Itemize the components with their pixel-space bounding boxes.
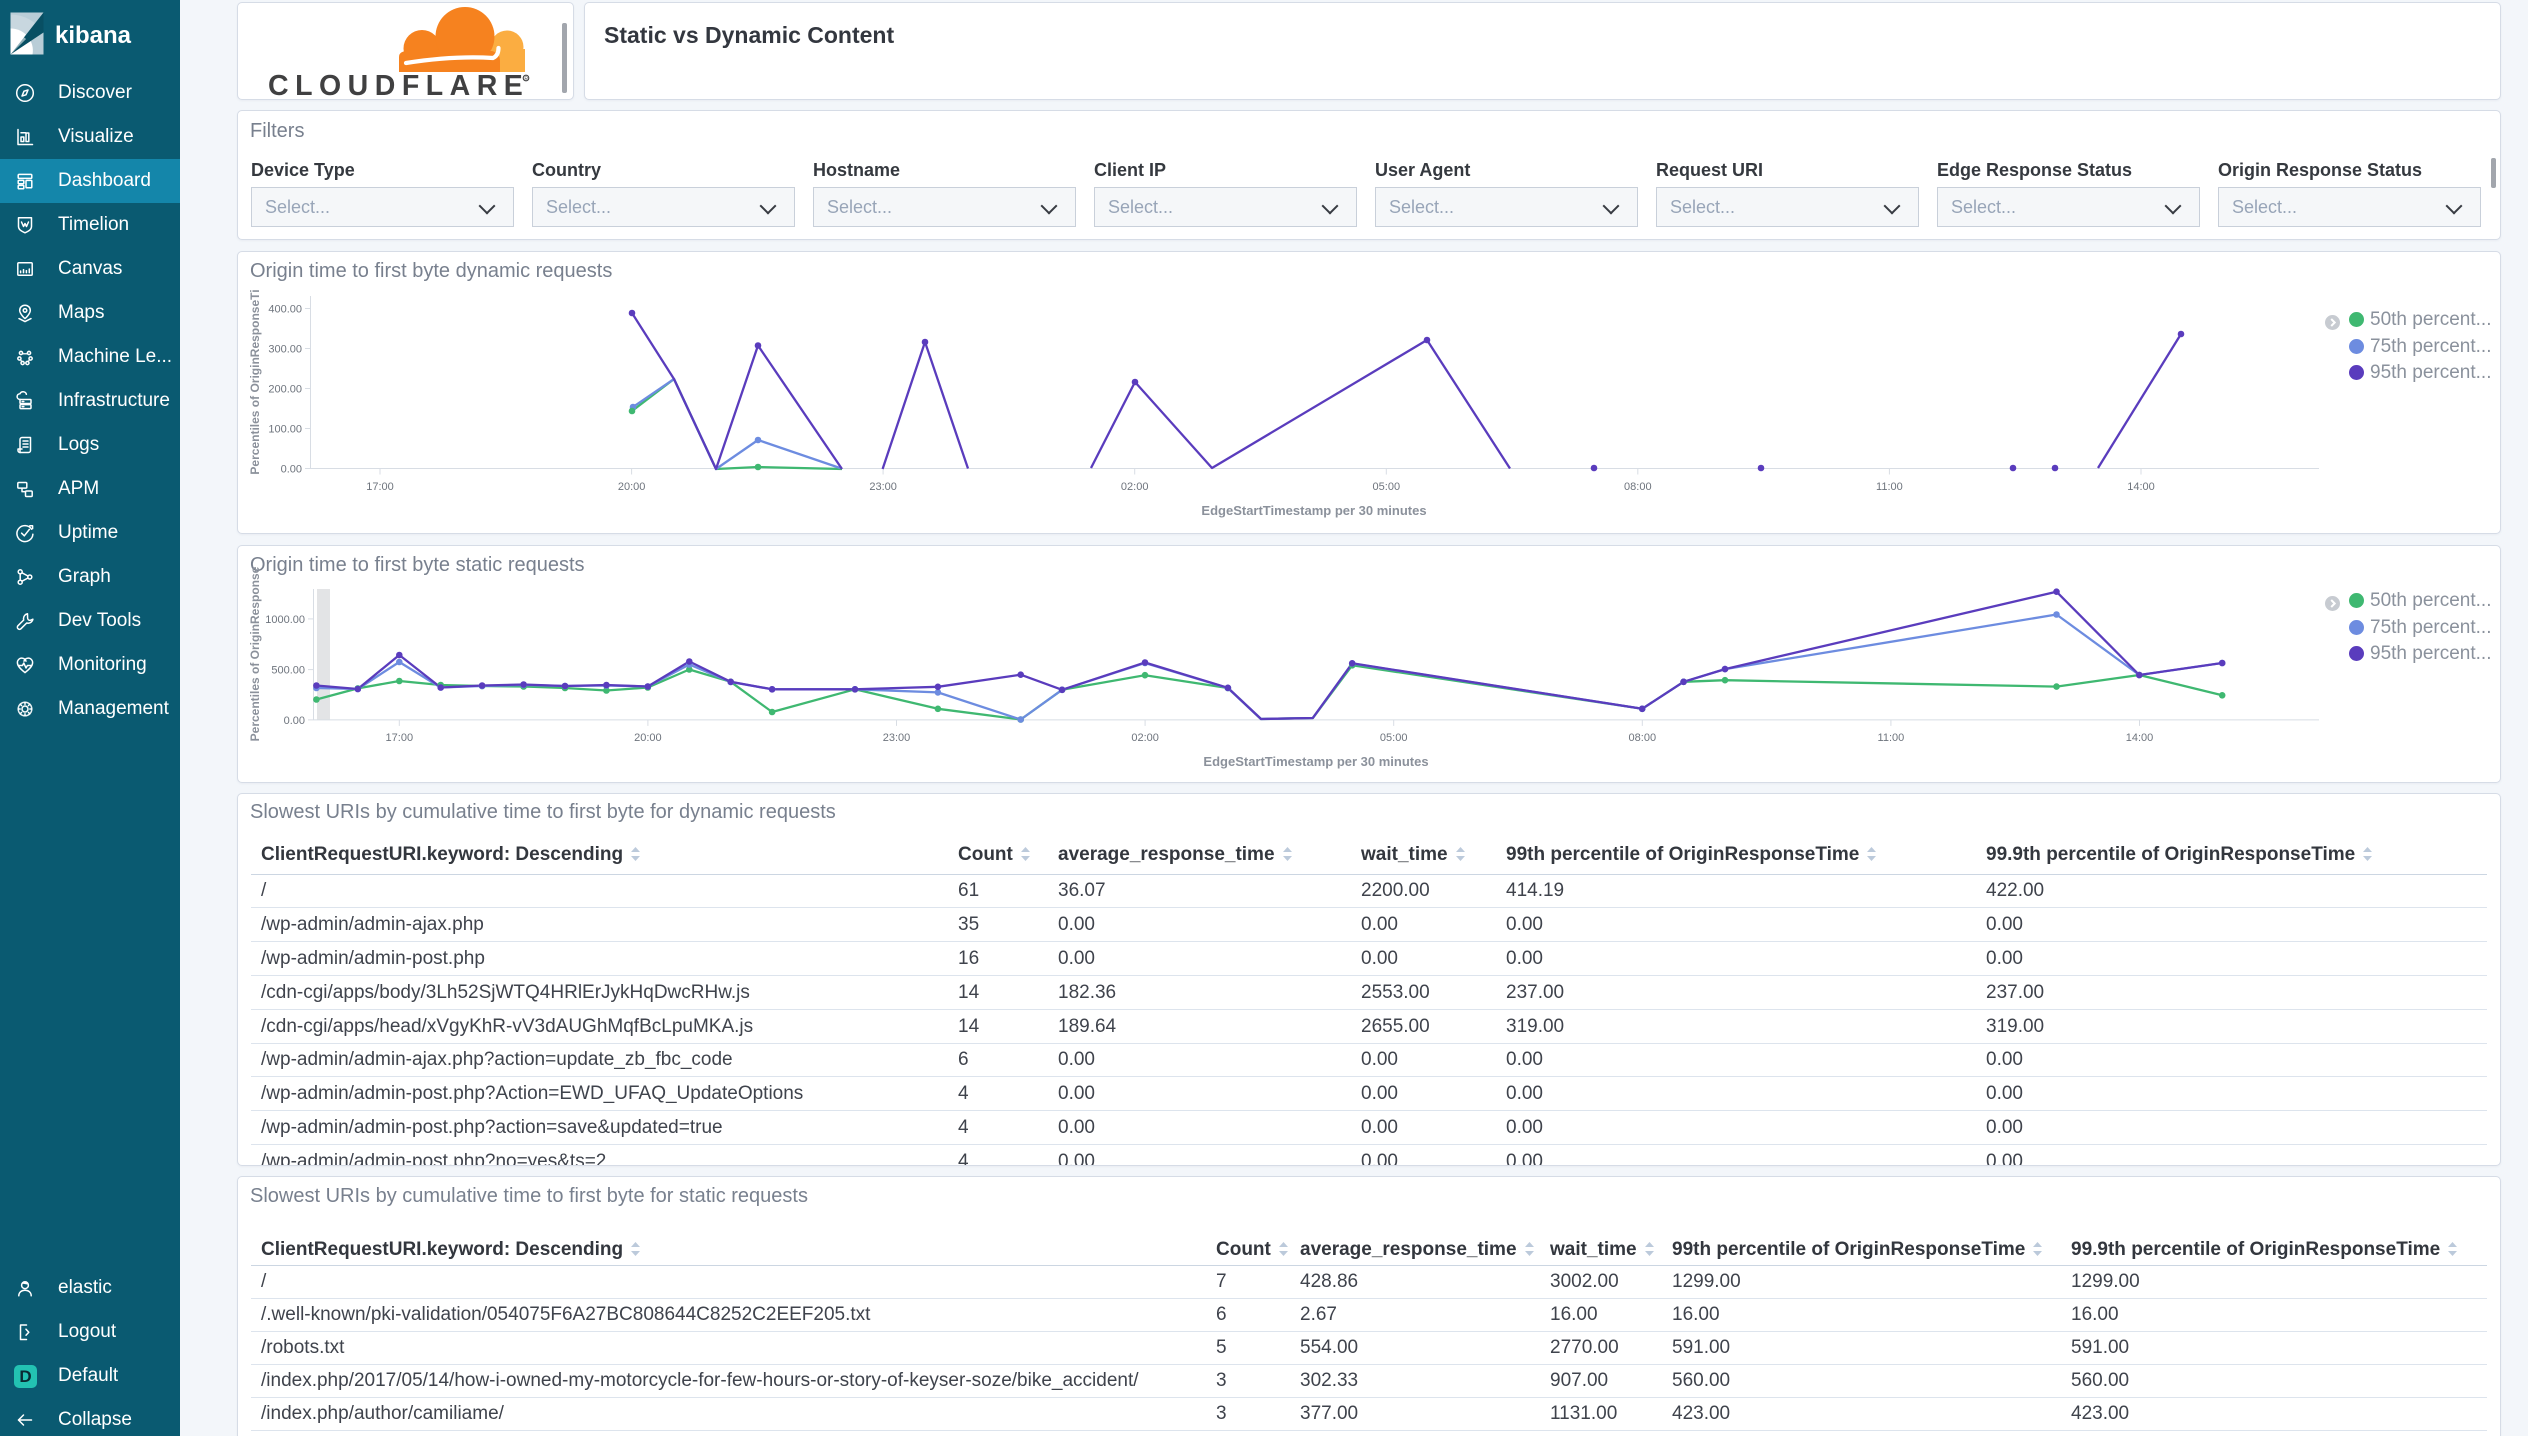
svg-text:R: R xyxy=(524,76,528,82)
svg-text:23:00: 23:00 xyxy=(869,481,897,493)
svg-text:400.00: 400.00 xyxy=(268,304,302,316)
svg-text:11:00: 11:00 xyxy=(1876,481,1903,493)
svg-text:300.00: 300.00 xyxy=(268,344,302,356)
svg-text:02:00: 02:00 xyxy=(1121,481,1149,493)
svg-text:05:00: 05:00 xyxy=(1380,732,1408,744)
svg-text:14:00: 14:00 xyxy=(2127,481,2155,493)
svg-text:0.00: 0.00 xyxy=(281,464,302,476)
svg-text:20:00: 20:00 xyxy=(634,732,662,744)
svg-text:500.00: 500.00 xyxy=(271,665,305,677)
svg-text:CLOUDFLARE: CLOUDFLARE xyxy=(268,70,529,100)
svg-text:23:00: 23:00 xyxy=(883,732,911,744)
svg-text:Percentiles of OriginResponse: Percentiles of OriginResponse xyxy=(248,566,262,741)
svg-text:200.00: 200.00 xyxy=(268,384,302,396)
svg-text:17:00: 17:00 xyxy=(366,481,394,493)
svg-text:14:00: 14:00 xyxy=(2126,732,2154,744)
svg-text:02:00: 02:00 xyxy=(1131,732,1159,744)
svg-text:08:00: 08:00 xyxy=(1629,732,1657,744)
svg-text:08:00: 08:00 xyxy=(1624,481,1652,493)
svg-text:05:00: 05:00 xyxy=(1373,481,1401,493)
svg-text:EdgeStartTimestamp per 30 minu: EdgeStartTimestamp per 30 minutes xyxy=(1201,503,1426,518)
svg-text:11:00: 11:00 xyxy=(1878,732,1905,744)
svg-text:Percentiles of OriginResponseT: Percentiles of OriginResponseTi xyxy=(248,289,262,474)
svg-text:0.00: 0.00 xyxy=(284,715,305,727)
svg-text:20:00: 20:00 xyxy=(618,481,646,493)
svg-text:EdgeStartTimestamp per 30 minu: EdgeStartTimestamp per 30 minutes xyxy=(1203,754,1428,769)
svg-text:100.00: 100.00 xyxy=(268,424,302,436)
svg-text:17:00: 17:00 xyxy=(386,732,414,744)
svg-text:1000.00: 1000.00 xyxy=(265,614,305,626)
